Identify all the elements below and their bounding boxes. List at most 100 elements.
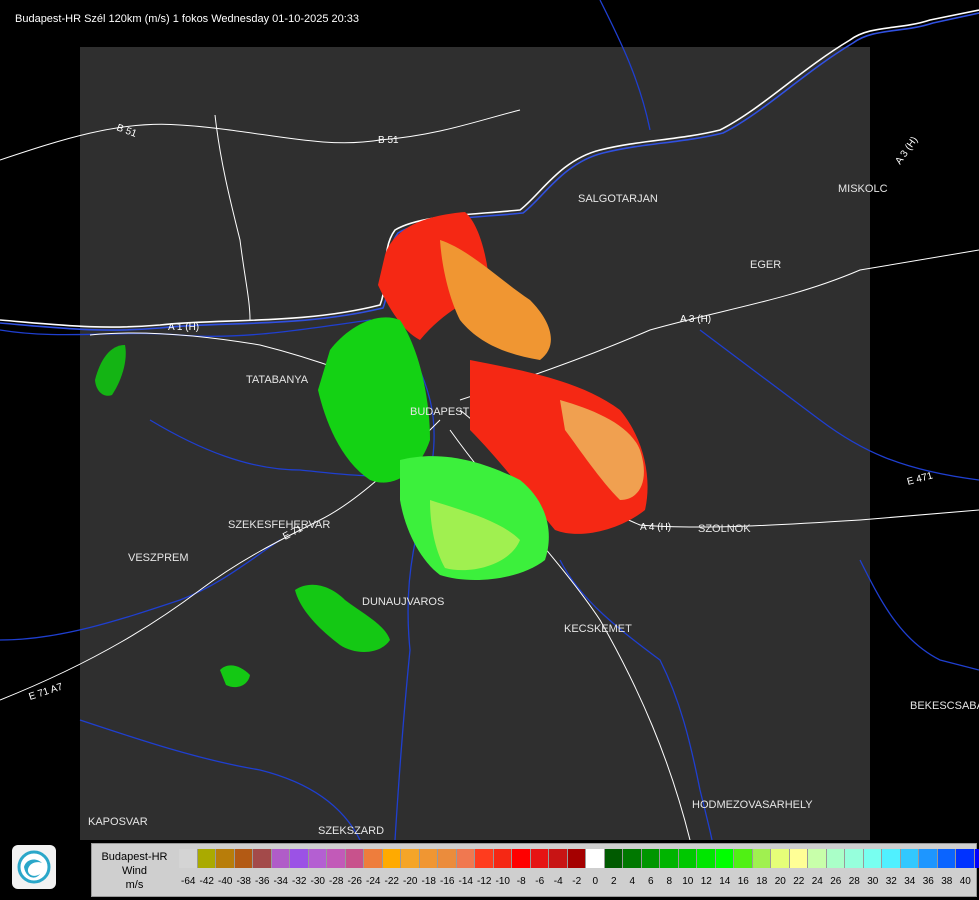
omsz-logo-icon [12,845,56,889]
legend-title-line: Budapest-HR [101,851,168,863]
legend-tick-label: 28 [848,876,860,887]
legend-tick-label: 36 [922,876,934,887]
road-label: E 471 [906,470,935,488]
legend-tick-label: -26 [347,876,362,887]
legend-tick-label: -30 [310,876,325,887]
legend-swatches [179,849,979,869]
legend-swatch [179,849,198,868]
legend-tick-label: -40 [218,876,233,887]
legend-swatch [290,849,309,868]
radar-domain [80,47,870,840]
legend-swatch [900,849,919,868]
road-label: A 1 (H) [168,322,199,333]
legend-swatch [660,849,679,868]
legend-swatch [253,849,272,868]
legend-swatch [845,849,864,868]
legend-tick-label: -24 [366,876,381,887]
legend-tick-label: -18 [421,876,436,887]
legend-swatch [401,849,420,868]
legend-tick-label: -32 [292,876,307,887]
legend-tick-label: -2 [572,876,582,887]
legend-tick-label: 34 [904,876,916,887]
legend-tick-label: 14 [719,876,731,887]
legend-tick-label: -42 [199,876,214,887]
city-label: KAPOSVAR [88,816,148,828]
city-label: BEKESCSABA [910,700,979,712]
legend-tick-label: 24 [811,876,823,887]
legend-swatch [808,849,827,868]
legend-tick-label: 32 [885,876,897,887]
legend-tick-label: 8 [666,876,673,887]
legend-tick-label: -12 [477,876,492,887]
legend-tick-label: 20 [774,876,786,887]
legend-tick-label: 4 [629,876,636,887]
legend-swatch [327,849,346,868]
city-label: DUNAUJVAROS [362,596,444,608]
road-label: B 51 [378,135,399,146]
legend-swatch [919,849,938,868]
legend-swatch [364,849,383,868]
legend-swatch [678,849,697,868]
legend-tick-label: 2 [610,876,617,887]
legend-swatch [826,849,845,868]
legend-swatch [382,849,401,868]
wind-legend: Budapest-HR Wind m/s -64 -42 -40 -38 -36 -34-… [91,843,979,897]
legend-swatch [475,849,494,868]
legend-tick-label: -22 [384,876,399,887]
city-label: SZEKESFEHERVAR [228,519,330,531]
radar-map[interactable]: SALGOTARJAN MISKOLC EGER TATABANYA BUDAP… [0,0,979,840]
legend-tick-label: -28 [329,876,344,887]
legend-tick-label: 18 [756,876,768,887]
legend-swatch [863,849,882,868]
legend-swatch [697,849,716,868]
road-label: A 3 (H) [893,135,920,167]
legend-tick-label: -38 [236,876,251,887]
map-title: Budapest-HR Szél 120km (m/s) 1 fokos Wed… [15,13,360,25]
legend-swatch [438,849,457,868]
legend-swatch [937,849,956,868]
legend-tick-label: 6 [647,876,654,887]
legend-tick-label: -34 [273,876,288,887]
city-label: BUDAPEST [410,406,470,418]
legend-tick-label: -10 [495,876,510,887]
legend-tick-label: -16 [440,876,455,887]
legend-ticks: -64 -42 -40 -38 -36 -34 -32 -30 -28 -26 -24 -22 -20-… [179,876,979,890]
legend-tick-label: 38 [941,876,953,887]
legend-swatch [734,849,753,868]
legend-tick-label: 42 [975,876,979,890]
legend-swatch [641,849,660,868]
legend-swatch [567,849,586,868]
city-label: KECSKEMET [564,623,632,635]
road-label: E 71 A7 [28,681,65,702]
legend-tick-label: -4 [553,876,563,887]
legend-swatch [419,849,438,868]
legend-swatch [974,849,979,868]
legend-title-line: Wind [121,865,148,877]
legend-tick-label: -64 [181,876,196,887]
road-label: A 4 (H) [640,522,671,533]
legend-swatch [882,849,901,868]
legend-title: Budapest-HR Wind m/s [92,850,177,892]
legend-tick-label: 40 [959,876,971,887]
legend-swatch [216,849,235,868]
road-label: A 3 (H) [680,314,711,325]
city-label: VESZPREM [128,552,189,564]
legend-tick-label: -6 [535,876,545,887]
legend-tick-label: 26 [830,876,842,887]
legend-tick-label: -14 [458,876,473,887]
legend-swatch [493,849,512,868]
legend-tick-label: 16 [737,876,749,887]
legend-swatch [530,849,549,868]
legend-tick-label: 10 [682,876,694,887]
legend-swatch [456,849,475,868]
legend-swatch [752,849,771,868]
city-label: SZEKSZARD [318,825,384,837]
city-label: EGER [750,259,781,271]
legend-swatch [586,849,605,868]
legend-title-line: m/s [125,879,144,891]
legend-tick-label: -8 [516,876,526,887]
city-label: TATABANYA [246,374,309,386]
legend-swatch [789,849,808,868]
legend-tick-label: 30 [867,876,879,887]
city-label: SZOLNOK [698,523,751,535]
